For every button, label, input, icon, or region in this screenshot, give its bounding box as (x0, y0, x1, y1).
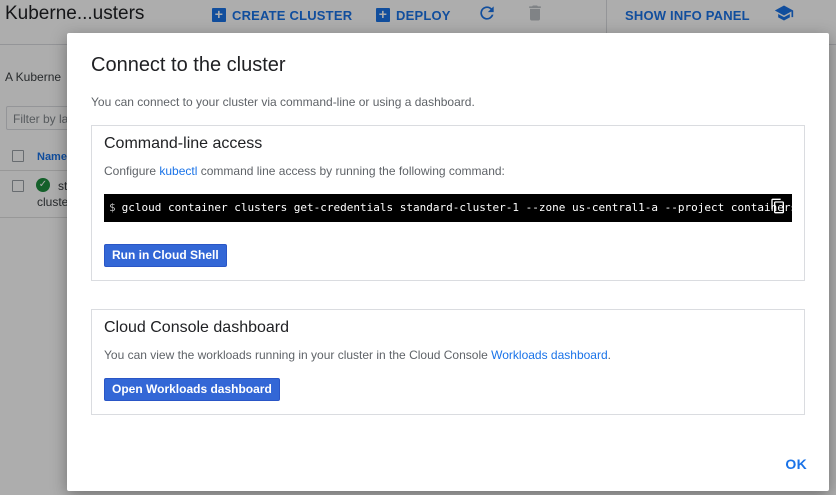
command-line-card: Command-line access Configure kubectl co… (91, 125, 805, 281)
kubectl-link[interactable]: kubectl (159, 164, 197, 178)
command-box[interactable]: $ gcloud container clusters get-credentia… (104, 194, 792, 222)
shell-prompt: $ (109, 201, 116, 214)
dialog-subtitle: You can connect to your cluster via comm… (91, 95, 475, 109)
copy-icon[interactable] (770, 197, 786, 215)
dashboard-card: Cloud Console dashboard You can view the… (91, 309, 805, 415)
dashboard-heading: Cloud Console dashboard (104, 319, 290, 336)
command-line-heading: Command-line access (104, 135, 263, 152)
open-workloads-dashboard-button[interactable]: Open Workloads dashboard (104, 378, 280, 401)
dialog-title: Connect to the cluster (91, 54, 286, 76)
run-in-cloud-shell-button[interactable]: Run in Cloud Shell (104, 244, 227, 267)
connect-cluster-dialog: Connect to the cluster You can connect t… (67, 33, 829, 491)
gcloud-command[interactable]: gcloud container clusters get-credential… (122, 201, 792, 214)
dashboard-description: You can view the workloads running in yo… (104, 348, 611, 362)
workloads-dashboard-link[interactable]: Workloads dashboard (491, 348, 608, 362)
command-line-description: Configure kubectl command line access by… (104, 164, 505, 178)
ok-button[interactable]: OK (785, 456, 807, 472)
